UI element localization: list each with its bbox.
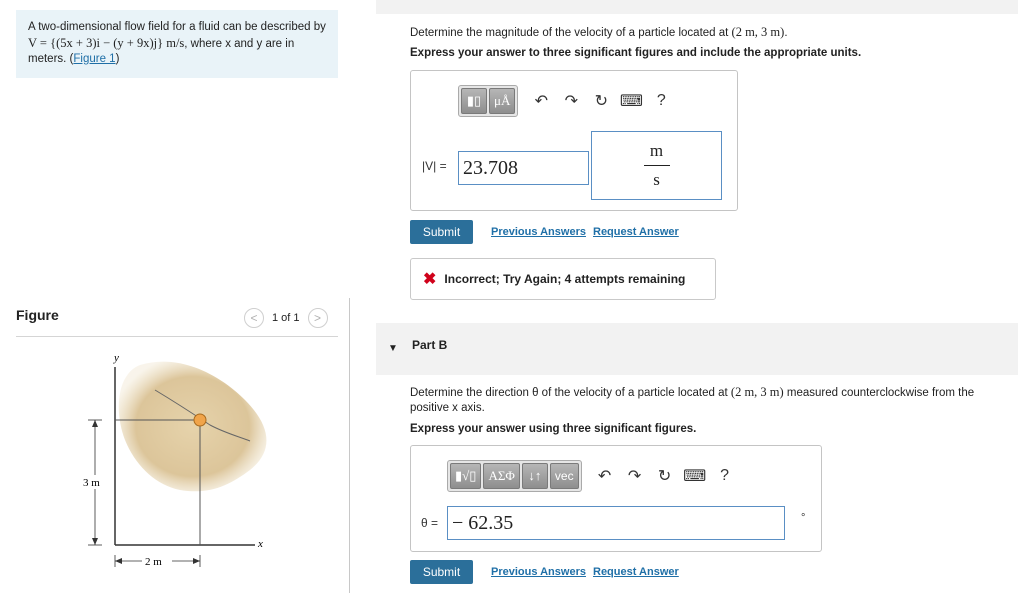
unit-input[interactable]: m s	[591, 131, 722, 200]
flow-figure: y x 3 m 2 m	[80, 352, 267, 568]
problem-statement: A two-dimensional flow field for a fluid…	[16, 10, 338, 78]
part-b-title: Part B	[412, 338, 448, 352]
keyboard-icon[interactable]: ⌨	[680, 463, 710, 489]
undo-icon[interactable]: ↶	[590, 463, 620, 489]
part-b-question-text: Determine the direction θ of the velocit…	[410, 387, 731, 399]
part-b-answer-label: θ =	[421, 516, 439, 530]
part-a-toolbar-group: ▮▯ μÅ	[458, 85, 519, 117]
part-b-instruction: Express your answer using three signific…	[410, 423, 697, 435]
part-b-toolbar-group: ▮√▯ ΑΣΦ ↓↑ vec	[447, 460, 582, 492]
part-b-header[interactable]: ▼ Part B	[376, 323, 1018, 375]
part-a-answer-label: |V| =	[422, 159, 447, 173]
part-b-submit-button[interactable]: Submit	[410, 560, 473, 584]
part-a-submit-button[interactable]: Submit	[410, 220, 473, 244]
figure-divider	[16, 336, 338, 337]
fraction-bar	[643, 165, 670, 166]
unit-denominator: s	[653, 170, 660, 189]
reset-icon[interactable]: ↻	[650, 463, 680, 489]
part-b-previous-answers[interactable]: Previous Answers	[491, 566, 586, 578]
figure-title: Figure	[16, 307, 59, 323]
problem-close: )	[115, 53, 120, 65]
figure-link[interactable]: Figure 1	[73, 53, 115, 65]
velocity-equation: V = {(5x + 3)i − (y + 9x)j} m/s	[28, 35, 185, 50]
arrows-button[interactable]: ↓↑	[521, 463, 548, 489]
pager-text: 1 of 1	[272, 312, 300, 324]
dim-y-label: 3 m	[83, 477, 100, 489]
part-b-answer-box: ▮√▯ ΑΣΦ ↓↑ vec ↶ ↷ ↻ ⌨ ? θ = − 62.35 °	[410, 445, 822, 552]
part-b-question: Determine the direction θ of the velocit…	[410, 385, 1000, 416]
dim-x-label: 2 m	[145, 556, 162, 568]
figure-pager: < 1 of 1 >	[244, 308, 328, 328]
greek-button[interactable]: ΑΣΦ	[483, 463, 520, 489]
part-a-instruction: Express your answer to three significant…	[410, 47, 862, 59]
collapse-triangle-icon[interactable]: ▼	[388, 343, 398, 354]
part-a-question: Determine the magnitude of the velocity …	[410, 25, 788, 40]
part-a-previous-answers[interactable]: Previous Answers	[491, 226, 586, 238]
part-a-toolbar: ▮▯ μÅ ↶ ↷ ↻ ⌨ ?	[458, 85, 676, 117]
error-icon: ✖	[423, 271, 437, 288]
reset-icon[interactable]: ↻	[586, 88, 616, 114]
magnitude-input[interactable]: 23.708	[458, 151, 589, 185]
direction-input[interactable]: − 62.35	[447, 506, 785, 540]
vec-button[interactable]: vec	[549, 463, 579, 489]
part-b-request-answer[interactable]: Request Answer	[593, 566, 679, 578]
particle	[193, 413, 207, 427]
part-a-header	[376, 0, 1018, 14]
unit-numerator: m	[649, 141, 664, 160]
part-a-answer-box: ▮▯ μÅ ↶ ↷ ↻ ⌨ ? |V| = 23.708 m s	[410, 70, 738, 211]
redo-icon[interactable]: ↷	[620, 463, 650, 489]
help-icon[interactable]: ?	[646, 88, 676, 114]
x-axis-label: x	[257, 538, 263, 550]
templates-button[interactable]: ▮▯	[461, 88, 487, 114]
y-axis-label: y	[113, 352, 119, 364]
feedback-text: Incorrect; Try Again; 4 attempts remaini…	[444, 272, 686, 286]
undo-icon[interactable]: ↶	[526, 88, 556, 114]
part-b-toolbar: ▮√▯ ΑΣΦ ↓↑ vec ↶ ↷ ↻ ⌨ ?	[447, 460, 740, 492]
part-a-question-text: Determine the magnitude of the velocity …	[410, 27, 732, 39]
degree-unit: °	[801, 512, 806, 524]
keyboard-icon[interactable]: ⌨	[616, 88, 646, 114]
part-b-point: (2 m, 3 m)	[730, 385, 784, 399]
chevron-left-icon[interactable]: <	[244, 308, 264, 328]
part-a-point: (2 m, 3 m)	[731, 25, 785, 39]
chevron-right-icon[interactable]: >	[307, 308, 328, 328]
panel-divider	[349, 298, 350, 593]
part-a-request-answer[interactable]: Request Answer	[593, 226, 679, 238]
right-panel: Determine the magnitude of the velocity …	[376, 0, 1024, 593]
units-button[interactable]: μÅ	[489, 88, 516, 114]
left-panel: A two-dimensional flow field for a fluid…	[0, 0, 350, 593]
problem-intro: A two-dimensional flow field for a fluid…	[28, 21, 326, 33]
part-a-question-end: .	[784, 27, 788, 39]
redo-icon[interactable]: ↷	[556, 88, 586, 114]
help-icon[interactable]: ?	[710, 463, 740, 489]
part-a-feedback: ✖ Incorrect; Try Again; 4 attempts remai…	[410, 258, 716, 300]
templates-button[interactable]: ▮√▯	[450, 463, 482, 489]
fluid-region	[118, 361, 267, 492]
